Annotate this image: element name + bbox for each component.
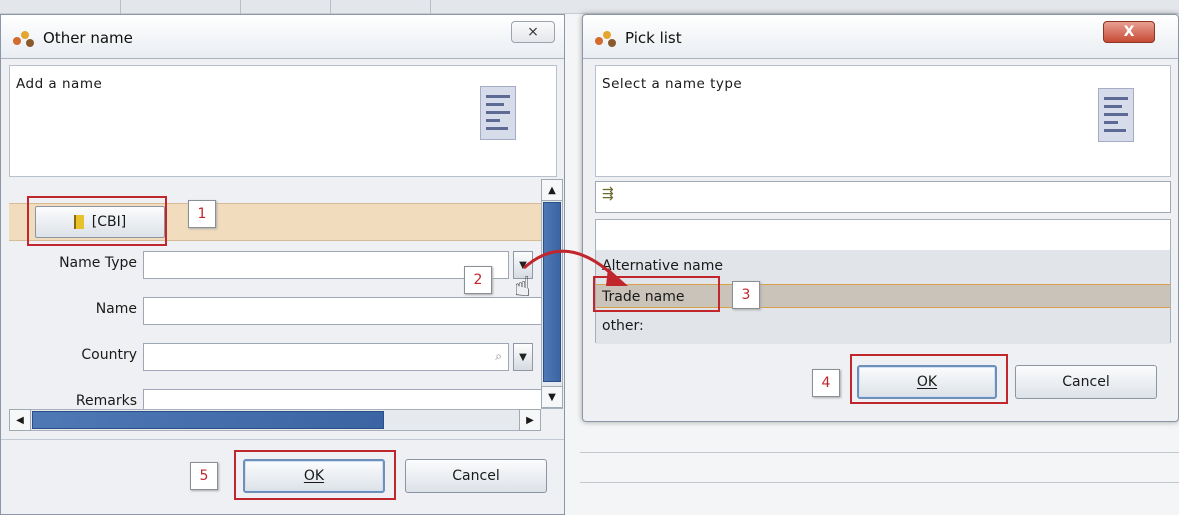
country-dropdown-button[interactable]: ▼ (513, 343, 533, 371)
background-divider (120, 0, 121, 14)
close-button[interactable]: X (1103, 21, 1155, 43)
annotation-frame-ok (234, 450, 396, 500)
background-divider (430, 0, 431, 14)
background-toolbar (0, 0, 1179, 14)
other-name-dialog: Other name ⨯ Add a name [CBI] Name Type … (0, 14, 565, 515)
dialog-header: Add a name (9, 65, 557, 177)
cancel-button-label: Cancel (452, 468, 500, 484)
scroll-left-button[interactable]: ◀ (9, 409, 31, 431)
callout-5: 5 (190, 462, 218, 490)
annotation-frame-cbi (27, 196, 167, 246)
header-text: Select a name type (602, 76, 743, 92)
background-divider (330, 0, 331, 14)
close-icon: X (1123, 24, 1135, 40)
list-item-other[interactable]: other: (596, 314, 1170, 338)
button-bar (1, 439, 564, 440)
form-list-icon (1098, 88, 1134, 142)
dialog-header: Select a name type (595, 65, 1171, 177)
dialog-title: Pick list (625, 29, 682, 47)
cancel-button[interactable]: Cancel (405, 459, 547, 493)
name-field[interactable] (143, 297, 543, 325)
annotation-frame-trade-name (593, 276, 720, 312)
filter-icon: ⇶ (602, 186, 614, 202)
background-divider (580, 452, 1179, 453)
scroll-up-button[interactable]: ▲ (541, 179, 563, 201)
app-icon (595, 29, 617, 47)
header-text: Add a name (16, 76, 103, 92)
close-icon: ⨯ (527, 24, 539, 40)
name-type-field[interactable] (143, 251, 509, 279)
dropdown-arrow-icon: ▼ (519, 351, 527, 363)
background-divider (580, 482, 1179, 483)
country-field[interactable]: ⌕ (143, 343, 509, 371)
form-list-icon (480, 86, 516, 140)
remarks-field[interactable] (143, 389, 543, 409)
annotation-frame-pick-ok (850, 354, 1008, 404)
cancel-button[interactable]: Cancel (1015, 365, 1157, 399)
dialog-title: Other name (43, 29, 133, 47)
callout-3: 3 (732, 281, 760, 309)
dialog-titlebar: Other name ⨯ (1, 15, 564, 59)
name-type-label: Name Type (59, 255, 137, 271)
horizontal-scroll-thumb[interactable] (32, 411, 384, 429)
list-item-alternative-name[interactable]: Alternative name (596, 254, 1170, 278)
magnifier-icon: ⌕ (495, 349, 502, 363)
background-divider (240, 0, 241, 14)
remarks-label: Remarks (75, 393, 137, 409)
scroll-down-button[interactable]: ▼ (541, 386, 563, 408)
app-icon (13, 29, 35, 47)
country-label: Country (81, 347, 137, 363)
dialog-titlebar: Pick list X (583, 15, 1178, 59)
cancel-button-label: Cancel (1062, 374, 1110, 390)
name-label: Name (95, 301, 137, 317)
filter-field[interactable]: ⇶ (595, 181, 1171, 213)
scroll-right-button[interactable]: ▶ (519, 409, 541, 431)
callout-2: 2 (464, 266, 492, 294)
callout-4: 4 (812, 369, 840, 397)
close-button[interactable]: ⨯ (511, 21, 555, 43)
horizontal-scrollbar[interactable]: ◀ ▶ (9, 409, 541, 431)
callout-1: 1 (188, 200, 216, 228)
